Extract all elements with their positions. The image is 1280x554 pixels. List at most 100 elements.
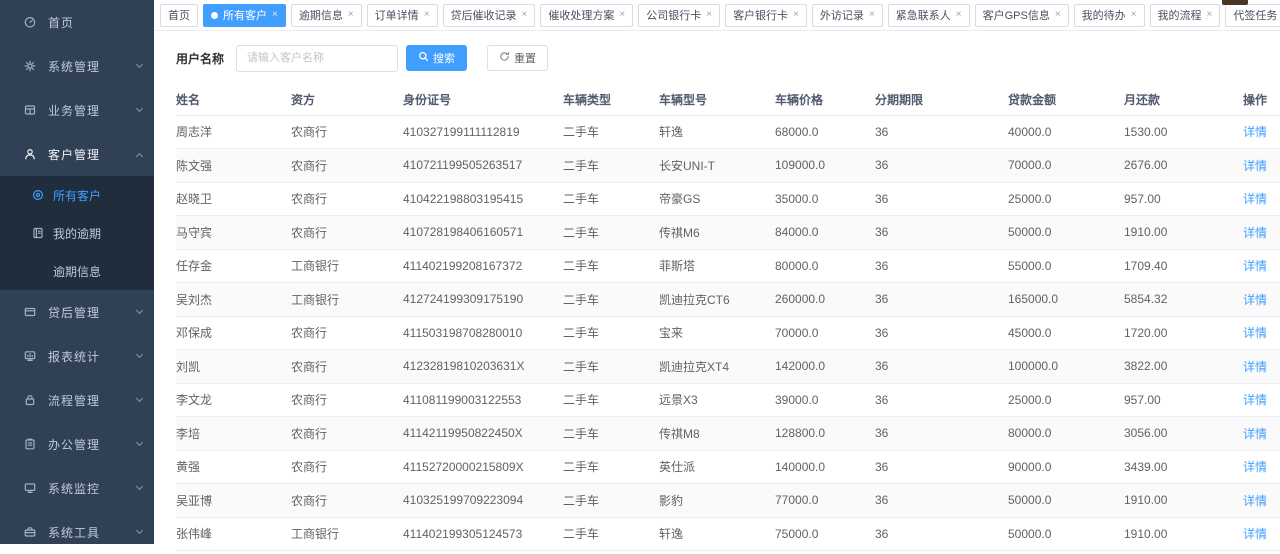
cell-action: 详情 (1243, 249, 1280, 283)
search-button[interactable]: 搜索 (406, 45, 467, 71)
cell-vehicle-price: 128800.0 (775, 417, 875, 451)
tab-首页[interactable]: 首页 (160, 4, 198, 27)
close-icon[interactable]: × (619, 10, 625, 20)
table-row: 吴刘杰 工商银行 412724199309175190 二手车 凯迪拉克CT6 … (176, 283, 1280, 317)
close-icon[interactable]: × (706, 10, 712, 20)
sidebar-item-报表统计[interactable]: 报表统计 (0, 334, 154, 378)
cell-monthly-payment: 1910.00 (1124, 517, 1243, 551)
cell-capital: 农商行 (291, 383, 403, 417)
cell-capital: 工商银行 (291, 249, 403, 283)
detail-link[interactable]: 详情 (1243, 393, 1267, 407)
column-header: 车辆价格 (775, 85, 875, 115)
tab-代签任务[interactable]: 代签任务 × (1225, 4, 1280, 27)
cell-term: 36 (875, 383, 1008, 417)
detail-link[interactable]: 详情 (1243, 293, 1267, 307)
sidebar-item-办公管理[interactable]: 办公管理 (0, 422, 154, 466)
close-icon[interactable]: × (348, 10, 354, 20)
tab-贷后催收记录[interactable]: 贷后催收记录 × (443, 4, 536, 27)
sidebar-subitem-逾期信息[interactable]: 逾期信息 (0, 252, 154, 290)
cell-capital: 农商行 (291, 316, 403, 350)
detail-link[interactable]: 详情 (1243, 494, 1267, 508)
cell-vehicle-model: 凯迪拉克CT6 (659, 283, 775, 317)
tab-公司银行卡[interactable]: 公司银行卡 × (638, 4, 720, 27)
cell-monthly-payment: 3439.00 (1124, 450, 1243, 484)
cell-vehicle-type: 二手车 (563, 316, 659, 350)
tab-所有客户[interactable]: 所有客户 × (203, 4, 286, 27)
cell-vehicle-model: 菲斯塔 (659, 249, 775, 283)
tab-客户银行卡[interactable]: 客户银行卡 × (725, 4, 807, 27)
close-icon[interactable]: × (1131, 10, 1137, 20)
detail-link[interactable]: 详情 (1243, 192, 1267, 206)
tab-外访记录[interactable]: 外访记录 × (812, 4, 883, 27)
tab-催收处理方案[interactable]: 催收处理方案 × (540, 4, 633, 27)
chevron-down-icon (136, 105, 143, 112)
close-icon[interactable]: × (424, 10, 430, 20)
table-row: 赵晓卫 农商行 410422198803195415 二手车 帝豪GS 3500… (176, 182, 1280, 216)
detail-link[interactable]: 详情 (1243, 125, 1267, 139)
reset-button[interactable]: 重置 (487, 45, 548, 71)
close-icon[interactable]: × (1055, 10, 1061, 20)
sidebar-subitem-label: 我的逾期 (53, 225, 101, 242)
cell-name: 李培 (176, 417, 291, 451)
tab-客户GPS信息[interactable]: 客户GPS信息 × (975, 4, 1069, 27)
detail-link[interactable]: 详情 (1243, 460, 1267, 474)
tab-我的待办[interactable]: 我的待办 × (1074, 4, 1145, 27)
cell-vehicle-type: 二手车 (563, 249, 659, 283)
close-icon[interactable]: × (272, 10, 278, 20)
cell-capital: 农商行 (291, 450, 403, 484)
tab-我的流程[interactable]: 我的流程 × (1150, 4, 1221, 27)
sidebar-item-系统监控[interactable]: 系统监控 (0, 466, 154, 510)
detail-link[interactable]: 详情 (1243, 427, 1267, 441)
detail-link[interactable]: 详情 (1243, 527, 1267, 541)
cell-id-number: 41152720000215809X (403, 450, 563, 484)
sidebar-item-业务管理[interactable]: 业务管理 (0, 88, 154, 132)
close-icon[interactable]: × (1207, 10, 1213, 20)
tab-label: 客户银行卡 (733, 7, 788, 23)
sidebar-item-icon (22, 147, 37, 162)
close-icon[interactable]: × (869, 10, 875, 20)
cell-term: 36 (875, 249, 1008, 283)
detail-link[interactable]: 详情 (1243, 259, 1267, 273)
customer-name-input[interactable] (236, 45, 398, 72)
cell-vehicle-model: 远景X3 (659, 383, 775, 417)
tab-紧急联系人[interactable]: 紧急联系人 × (888, 4, 970, 27)
cell-vehicle-price: 80000.0 (775, 249, 875, 283)
sidebar-item-icon (22, 59, 37, 74)
column-header: 月还款 (1124, 85, 1243, 115)
cell-id-number: 410721199505263517 (403, 149, 563, 183)
sidebar-subitem-我的逾期[interactable]: 我的逾期 (0, 214, 154, 252)
cell-vehicle-type: 二手车 (563, 216, 659, 250)
cell-vehicle-price: 70000.0 (775, 316, 875, 350)
detail-link[interactable]: 详情 (1243, 326, 1267, 340)
sidebar-item-系统工具[interactable]: 系统工具 (0, 510, 154, 554)
cell-term: 36 (875, 484, 1008, 518)
sidebar-item-流程管理[interactable]: 流程管理 (0, 378, 154, 422)
sidebar-item-贷后管理[interactable]: 贷后管理 (0, 290, 154, 334)
chevron-down-icon (136, 483, 143, 490)
detail-link[interactable]: 详情 (1243, 159, 1267, 173)
sidebar-item-icon (22, 349, 37, 364)
sidebar-item-label: 流程管理 (48, 392, 137, 409)
tab-逾期信息[interactable]: 逾期信息 × (291, 4, 362, 27)
cell-loan-amount: 50000.0 (1008, 484, 1124, 518)
table-row: 陈文强 农商行 410721199505263517 二手车 长安UNI-T 1… (176, 149, 1280, 183)
search-form: 用户名称 搜索 重置 (176, 44, 1280, 72)
sidebar-subitem-所有客户[interactable]: 所有客户 (0, 176, 154, 214)
cell-vehicle-type: 二手车 (563, 283, 659, 317)
sidebar-item-客户管理[interactable]: 客户管理 (0, 132, 154, 176)
cell-name: 吴亚博 (176, 484, 291, 518)
avatar-image-fragment (1222, 0, 1248, 5)
close-icon[interactable]: × (793, 10, 799, 20)
detail-link[interactable]: 详情 (1243, 226, 1267, 240)
cell-loan-amount: 50000.0 (1008, 517, 1124, 551)
detail-link[interactable]: 详情 (1243, 360, 1267, 374)
cell-vehicle-type: 二手车 (563, 115, 659, 149)
cell-id-number: 410422198803195415 (403, 182, 563, 216)
tab-订单详情[interactable]: 订单详情 × (367, 4, 438, 27)
sidebar-item-首页[interactable]: 首页 (0, 0, 154, 44)
cell-name: 黄强 (176, 450, 291, 484)
close-icon[interactable]: × (956, 10, 962, 20)
sidebar-item-系统管理[interactable]: 系统管理 (0, 44, 154, 88)
close-icon[interactable]: × (522, 10, 528, 20)
cell-vehicle-type: 二手车 (563, 517, 659, 551)
